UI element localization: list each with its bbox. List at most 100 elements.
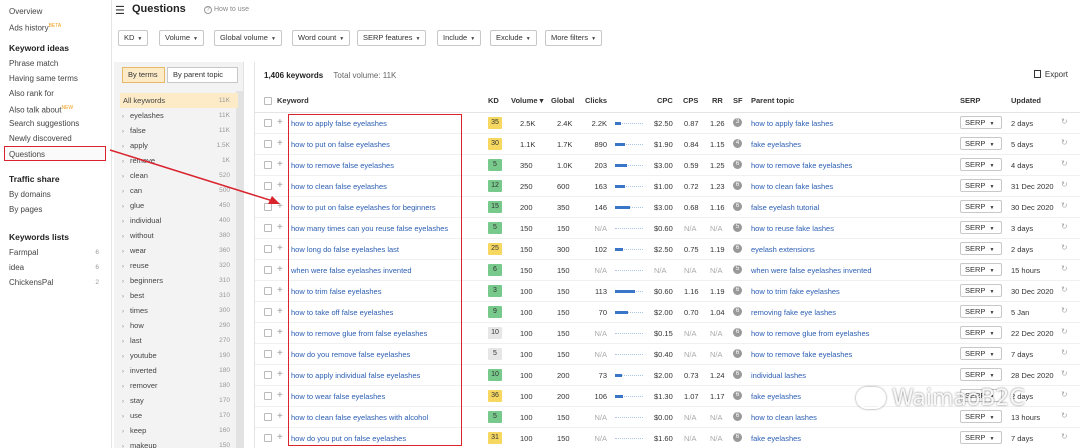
- keyword-link[interactable]: how to trim false eyelashes: [291, 286, 381, 297]
- serp-dropdown[interactable]: SERP ▼: [960, 263, 1002, 276]
- parent-topic-link[interactable]: how to clean fake lashes: [751, 181, 833, 192]
- refresh-icon[interactable]: ↻: [1061, 264, 1068, 273]
- serp-dropdown[interactable]: SERP ▼: [960, 200, 1002, 213]
- row-checkbox[interactable]: [264, 140, 272, 148]
- term-item[interactable]: › makeup 150: [122, 438, 238, 448]
- term-item[interactable]: › inverted 180: [122, 363, 238, 378]
- add-to-list-icon[interactable]: +: [277, 432, 283, 444]
- serp-features-icon[interactable]: 6: [733, 307, 742, 316]
- col-global[interactable]: Global: [551, 96, 574, 108]
- refresh-icon[interactable]: ↻: [1061, 306, 1068, 315]
- serp-features-icon[interactable]: 6: [733, 328, 742, 337]
- serp-features-icon[interactable]: 6: [733, 202, 742, 211]
- term-item[interactable]: › clean 520: [122, 168, 238, 183]
- refresh-icon[interactable]: ↻: [1061, 159, 1068, 168]
- serp-dropdown[interactable]: SERP ▼: [960, 221, 1002, 234]
- term-item[interactable]: › false 11K: [122, 123, 238, 138]
- serp-dropdown[interactable]: SERP ▼: [960, 326, 1002, 339]
- refresh-icon[interactable]: ↻: [1061, 348, 1068, 357]
- parent-topic-link[interactable]: when were false eyelashes invented: [751, 265, 872, 276]
- col-cps[interactable]: CPS: [683, 96, 698, 108]
- serp-features-icon[interactable]: 6: [733, 391, 742, 400]
- serp-dropdown[interactable]: SERP ▼: [960, 137, 1002, 150]
- nav-item[interactable]: Also rank for: [0, 86, 111, 101]
- term-item[interactable]: › apply 1.5K: [122, 138, 238, 153]
- row-checkbox[interactable]: [264, 371, 272, 379]
- col-rr[interactable]: RR: [712, 96, 723, 108]
- keyword-list-item[interactable]: idea 6: [0, 260, 111, 275]
- nav-item[interactable]: Search suggestions: [0, 116, 111, 131]
- serp-features-icon[interactable]: 6: [733, 349, 742, 358]
- row-checkbox[interactable]: [264, 434, 272, 442]
- col-serp[interactable]: SERP: [960, 96, 980, 108]
- serp-dropdown[interactable]: SERP ▼: [960, 305, 1002, 318]
- term-item[interactable]: › beginners 310: [122, 273, 238, 288]
- keyword-link[interactable]: how to put on false eyelashes: [291, 139, 390, 150]
- keyword-link[interactable]: how do you put on false eyelashes: [291, 433, 406, 444]
- add-to-list-icon[interactable]: +: [277, 264, 283, 276]
- keyword-link[interactable]: how to take off false eyelashes: [291, 307, 393, 318]
- term-item[interactable]: › wear 360: [122, 243, 238, 258]
- col-parent-topic[interactable]: Parent topic: [751, 96, 794, 108]
- refresh-icon[interactable]: ↻: [1061, 327, 1068, 336]
- add-to-list-icon[interactable]: +: [277, 306, 283, 318]
- parent-topic-link[interactable]: removing fake eye lashes: [751, 307, 836, 318]
- menu-icon[interactable]: ☰: [115, 4, 125, 17]
- nav-item[interactable]: Questions: [4, 146, 106, 161]
- keyword-link[interactable]: how to clean false eyelashes: [291, 181, 387, 192]
- add-to-list-icon[interactable]: +: [277, 369, 283, 381]
- nav-item[interactable]: Overview: [0, 4, 111, 19]
- serp-dropdown[interactable]: SERP ▼: [960, 242, 1002, 255]
- parent-topic-link[interactable]: fake eyelashes: [751, 139, 801, 150]
- nav-item[interactable]: Also talk aboutNEW: [0, 101, 111, 116]
- keyword-link[interactable]: how to remove glue from false eyelashes: [291, 328, 427, 339]
- row-checkbox[interactable]: [264, 413, 272, 421]
- col-updated[interactable]: Updated: [1011, 96, 1041, 108]
- row-checkbox[interactable]: [264, 308, 272, 316]
- term-item[interactable]: › without 380: [122, 228, 238, 243]
- row-checkbox[interactable]: [264, 203, 272, 211]
- term-item[interactable]: › reuse 320: [122, 258, 238, 273]
- parent-topic-link[interactable]: eyelash extensions: [751, 244, 815, 255]
- keyword-link[interactable]: how to apply individual false eyelashes: [291, 370, 420, 381]
- nav-item[interactable]: Phrase match: [0, 56, 111, 71]
- filter-include-button[interactable]: Include ▼: [437, 30, 482, 46]
- filter-kd-button[interactable]: KD ▼: [118, 30, 149, 46]
- add-to-list-icon[interactable]: +: [277, 348, 283, 360]
- keyword-link[interactable]: how to remove false eyelashes: [291, 160, 394, 171]
- refresh-icon[interactable]: ↻: [1061, 117, 1068, 126]
- nav-item[interactable]: By pages: [0, 202, 111, 217]
- refresh-icon[interactable]: ↻: [1061, 285, 1068, 294]
- term-item[interactable]: › use 170: [122, 408, 238, 423]
- serp-dropdown[interactable]: SERP ▼: [960, 347, 1002, 360]
- parent-topic-link[interactable]: fake eyelashes: [751, 433, 801, 444]
- add-to-list-icon[interactable]: +: [277, 285, 283, 297]
- keyword-link[interactable]: how to wear false eyelashes: [291, 391, 385, 402]
- parent-topic-link[interactable]: how to reuse fake lashes: [751, 223, 834, 234]
- keyword-link[interactable]: how to clean false eyelashes with alcoho…: [291, 412, 428, 423]
- parent-topic-link[interactable]: how to remove fake eyelashes: [751, 349, 852, 360]
- row-checkbox[interactable]: [264, 350, 272, 358]
- nav-item[interactable]: Ads historyBETA: [0, 19, 111, 34]
- refresh-icon[interactable]: ↻: [1061, 369, 1068, 378]
- serp-features-icon[interactable]: 6: [733, 244, 742, 253]
- parent-topic-link[interactable]: individual lashes: [751, 370, 806, 381]
- term-item[interactable]: › times 300: [122, 303, 238, 318]
- col-sf[interactable]: SF: [733, 96, 743, 108]
- serp-dropdown[interactable]: SERP ▼: [960, 431, 1002, 444]
- serp-features-icon[interactable]: 5: [733, 265, 742, 274]
- term-item[interactable]: › stay 170: [122, 393, 238, 408]
- col-cpc[interactable]: CPC: [657, 96, 673, 108]
- keyword-link[interactable]: how to put on false eyelashes for beginn…: [291, 202, 436, 213]
- term-item[interactable]: › last 270: [122, 333, 238, 348]
- row-checkbox[interactable]: [264, 245, 272, 253]
- filter-volume-button[interactable]: Volume ▼: [159, 30, 204, 46]
- keyword-link[interactable]: how long do false eyelashes last: [291, 244, 399, 255]
- nav-item[interactable]: By domains: [0, 187, 111, 202]
- parent-topic-link[interactable]: how to apply fake lashes: [751, 118, 833, 129]
- serp-features-icon[interactable]: 5: [733, 223, 742, 232]
- parent-topic-link[interactable]: fake eyelashes: [751, 391, 801, 402]
- row-checkbox[interactable]: [264, 287, 272, 295]
- parent-topic-link[interactable]: how to clean lashes: [751, 412, 817, 423]
- row-checkbox[interactable]: [264, 266, 272, 274]
